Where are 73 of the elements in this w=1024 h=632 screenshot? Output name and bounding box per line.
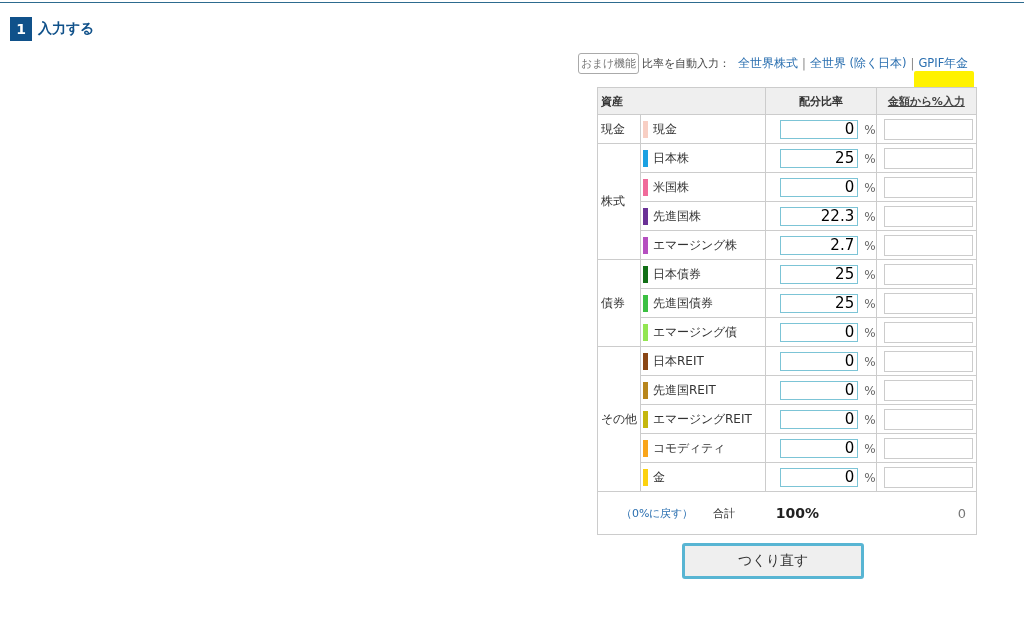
asset-name: エマージングREIT xyxy=(652,411,752,426)
ratio-input[interactable]: 25 xyxy=(780,264,859,284)
ratio-input[interactable]: 0 xyxy=(780,351,859,371)
ratio-input[interactable]: 0 xyxy=(780,177,859,197)
reset-link[interactable]: （0%に戻す） xyxy=(621,505,694,521)
percent-unit: % xyxy=(864,123,876,137)
auto-fill-label: 比率を自動入力： xyxy=(642,56,730,71)
preset-link[interactable]: 全世界株式 xyxy=(738,56,798,71)
column-header: 資産 xyxy=(597,87,766,115)
ratio-input[interactable]: 25 xyxy=(780,148,859,168)
percent-unit: % xyxy=(864,152,876,166)
separator: | xyxy=(910,56,915,71)
asset-name: 先進国株 xyxy=(652,208,701,223)
amount-input[interactable] xyxy=(883,437,973,459)
group-cell: その他 xyxy=(597,346,641,492)
amount-input[interactable] xyxy=(883,234,973,256)
amount-input[interactable] xyxy=(883,263,973,285)
asset-name: 日本株 xyxy=(652,150,689,165)
ratio-input[interactable]: 0 xyxy=(780,438,859,458)
ratio-input[interactable]: 0 xyxy=(780,322,859,342)
percent-unit: % xyxy=(864,239,876,253)
percent-unit: % xyxy=(864,384,876,398)
amount-input[interactable] xyxy=(883,350,973,372)
ratio-input[interactable]: 0 xyxy=(780,380,859,400)
group-cell: 株式 xyxy=(597,143,641,260)
percent-unit: % xyxy=(864,471,876,485)
asset-name: 先進国REIT xyxy=(652,382,716,397)
amount-input[interactable] xyxy=(883,292,973,314)
asset-name: 金 xyxy=(652,469,665,484)
asset-name: 先進国債券 xyxy=(652,295,713,310)
ratio-input[interactable]: 22.3 xyxy=(780,206,859,226)
asset-name: エマージング株 xyxy=(652,237,737,252)
ratio-input[interactable]: 0 xyxy=(780,119,859,139)
amount-total: 0 xyxy=(876,491,977,535)
preset-link[interactable]: GPIF年金 xyxy=(918,56,969,70)
percent-unit: % xyxy=(864,326,876,340)
ratio-input[interactable]: 25 xyxy=(780,293,859,313)
column-header[interactable]: 金額から%入力 xyxy=(876,87,977,115)
asset-name: 日本債券 xyxy=(652,266,701,281)
amount-input[interactable] xyxy=(883,321,973,343)
column-header: 配分比率 xyxy=(765,87,877,115)
total-value: 100% xyxy=(765,491,877,535)
preset-link[interactable]: 全世界 (除く日本) xyxy=(809,56,907,71)
asset-name: コモディティ xyxy=(652,440,725,455)
percent-unit: % xyxy=(864,297,876,311)
feature-badge: おまけ機能 xyxy=(578,53,639,74)
percent-unit: % xyxy=(864,413,876,427)
percent-unit: % xyxy=(864,442,876,456)
percent-unit: % xyxy=(864,268,876,282)
asset-name: エマージング債 xyxy=(652,324,737,339)
ratio-input[interactable]: 0 xyxy=(780,467,859,487)
amount-input[interactable] xyxy=(883,379,973,401)
total-label: 合計 xyxy=(712,505,735,521)
ratio-input[interactable]: 2.7 xyxy=(780,235,859,255)
separator: | xyxy=(802,56,806,71)
amount-input[interactable] xyxy=(883,205,973,227)
section-title: 入力する xyxy=(38,20,94,38)
section-number: 1 xyxy=(10,17,32,41)
rebuild-button[interactable]: つくり直す xyxy=(682,543,864,579)
percent-unit: % xyxy=(864,181,876,195)
asset-name: 米国株 xyxy=(652,179,689,194)
amount-input[interactable] xyxy=(883,118,973,140)
asset-name: 現金 xyxy=(652,121,677,136)
amount-input[interactable] xyxy=(883,408,973,430)
amount-input[interactable] xyxy=(883,466,973,488)
amount-input[interactable] xyxy=(883,176,973,198)
group-cell: 債券 xyxy=(597,259,641,347)
percent-unit: % xyxy=(864,355,876,369)
amount-input[interactable] xyxy=(883,147,973,169)
group-cell: 現金 xyxy=(597,114,641,144)
percent-unit: % xyxy=(864,210,876,224)
asset-name: 日本REIT xyxy=(652,353,704,368)
ratio-input[interactable]: 0 xyxy=(780,409,859,429)
